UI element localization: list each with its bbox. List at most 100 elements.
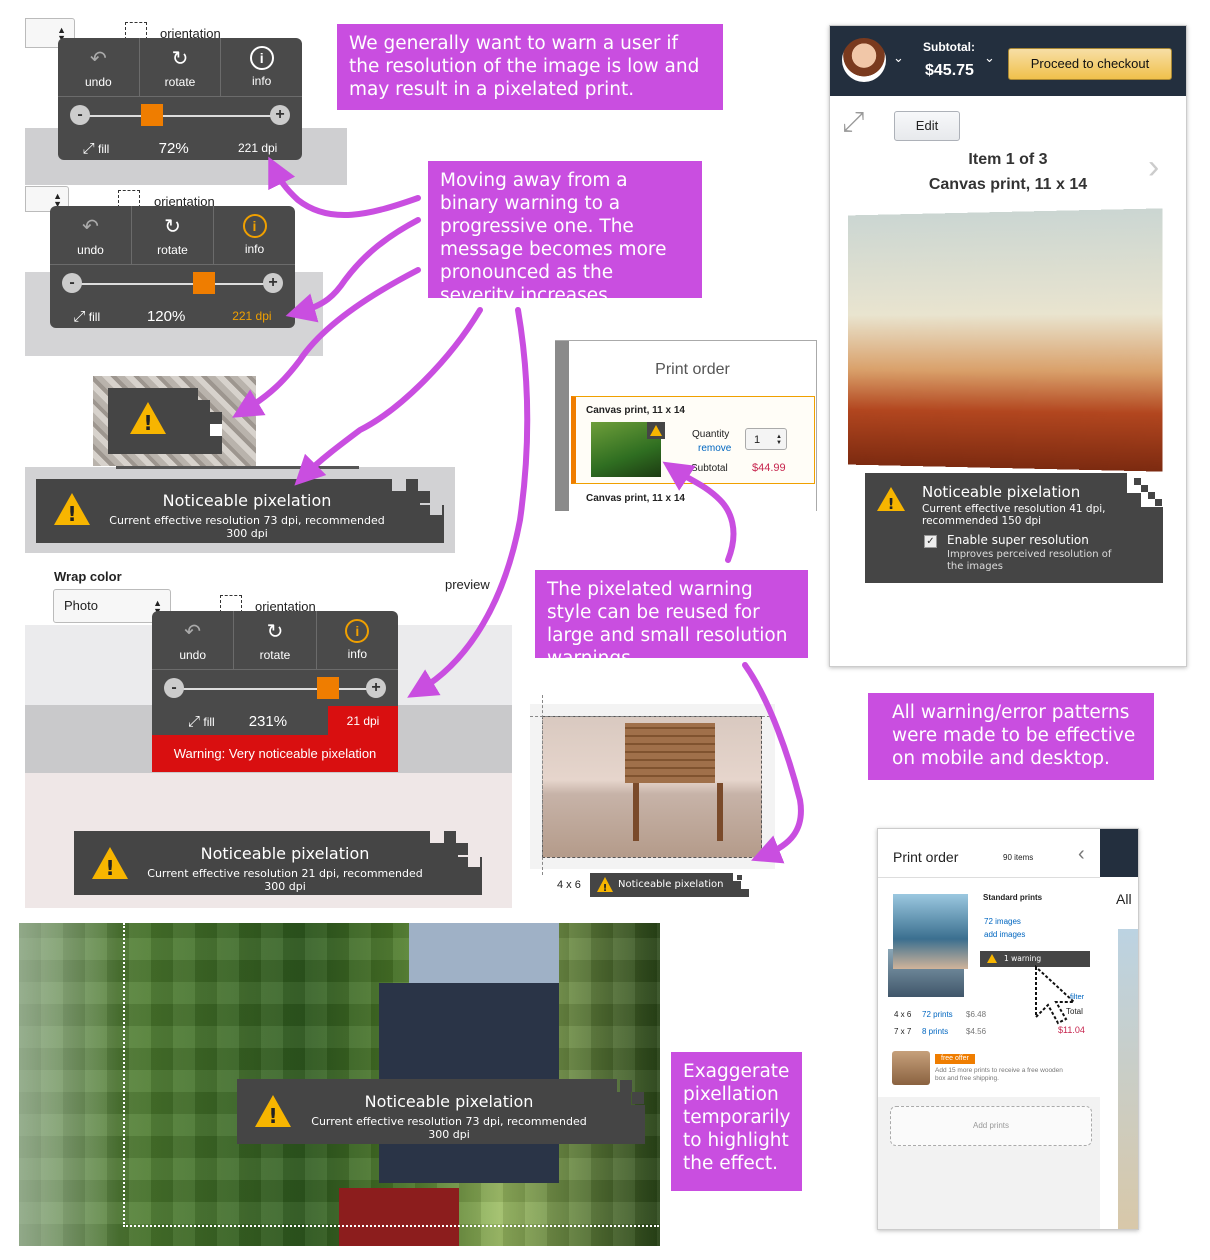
- mobile-cart-screen: ⌄ Subtotal: $45.75 ⌄ Proceed to checkout…: [829, 25, 1187, 667]
- zoom-slider-thumb[interactable]: [193, 272, 215, 294]
- fill-button[interactable]: ⤢ fill: [188, 713, 215, 730]
- annotation-note: The pixelated warning style can be reuse…: [535, 570, 808, 669]
- order-panel: Print order 90 items ‹ All Standard prin…: [877, 828, 1139, 1230]
- zoom-slider[interactable]: - +: [50, 265, 295, 301]
- pixel-step: [392, 491, 420, 543]
- section-title: Standard prints: [983, 893, 1043, 902]
- zoom-out-button[interactable]: -: [70, 105, 90, 125]
- item-name: Canvas print, 11 x 14: [928, 176, 1088, 193]
- warning-detail: Current effective resolution 21 dpi, rec…: [147, 867, 423, 893]
- lifeguard-tower-image: [625, 723, 715, 783]
- quantity-select[interactable]: 1 ▲ ▼: [745, 428, 787, 450]
- pixelation-warning-overlay: ! Noticeable pixelation Current effectiv…: [237, 1079, 617, 1144]
- annotation-note: Moving away from a binary warning to a p…: [428, 161, 702, 306]
- item-count: Item 1 of 3: [968, 151, 1048, 168]
- crop-area-outline: [542, 716, 762, 858]
- fill-button[interactable]: ⤢ fill: [73, 308, 100, 325]
- rotate-button[interactable]: ↻ rotate: [140, 38, 222, 96]
- wrap-color-value: Photo: [64, 598, 98, 613]
- info-icon: i: [242, 214, 267, 238]
- warning-title: Noticeable pixelation: [364, 1092, 534, 1111]
- row-prints[interactable]: 8 prints: [922, 1027, 948, 1036]
- super-resolution-checkbox[interactable]: ✓: [924, 535, 937, 548]
- subtotal-label: Subtotal:: [923, 40, 975, 54]
- rotate-icon: ↻: [164, 215, 181, 238]
- pixel-step: [210, 424, 222, 436]
- images-link[interactable]: 72 images: [984, 917, 1021, 926]
- undo-button[interactable]: ↶ undo: [152, 611, 235, 669]
- pixel-step: [430, 843, 458, 895]
- rotate-button[interactable]: ↻ rotate: [132, 206, 214, 264]
- zoom-in-button[interactable]: +: [366, 678, 386, 698]
- chevron-left-icon[interactable]: ‹: [1078, 843, 1085, 866]
- avatar[interactable]: [842, 38, 886, 82]
- expand-icon[interactable]: ⤢: [842, 106, 864, 139]
- dpi-value: 221 dpi: [237, 141, 278, 155]
- undo-label: undo: [77, 242, 104, 257]
- print-order-item[interactable]: Canvas print, 11 x 14 Quantity remove 1 ▲…: [571, 396, 815, 484]
- info-icon: i: [249, 46, 274, 70]
- edit-button[interactable]: Edit: [894, 111, 960, 141]
- zoom-slider[interactable]: - +: [152, 670, 398, 706]
- zoom-out-button[interactable]: -: [62, 273, 82, 293]
- svg-text:!: !: [268, 1104, 277, 1128]
- zoom-slider-thumb[interactable]: [141, 104, 163, 126]
- rotate-icon: ↻: [266, 620, 284, 643]
- quantity-label: Quantity: [692, 429, 730, 440]
- row-prints[interactable]: 72 prints: [922, 1010, 953, 1019]
- pixel-step: [1148, 492, 1155, 499]
- remove-link[interactable]: remove: [698, 443, 731, 454]
- warning-icon: !: [130, 402, 166, 435]
- undo-button[interactable]: ↶ undo: [50, 206, 132, 264]
- undo-button[interactable]: ↶ undo: [58, 38, 140, 96]
- zoom-slider[interactable]: - +: [58, 97, 302, 133]
- info-button[interactable]: i info: [317, 611, 398, 669]
- info-button[interactable]: i info: [221, 38, 302, 96]
- fill-label: fill: [88, 309, 101, 324]
- warning-title: Noticeable pixelation: [162, 491, 332, 510]
- pixel-step: [456, 843, 468, 855]
- checkout-button[interactable]: Proceed to checkout: [1008, 48, 1172, 80]
- editor3-toolbar: ↶ undo ↻ rotate i info - + ⤢ fill 231% 21 d…: [152, 611, 398, 735]
- rotate-button[interactable]: ↻ rotate: [234, 611, 317, 669]
- subtotal-label: Subtotal: [691, 463, 728, 474]
- pixel-step: [1127, 493, 1141, 583]
- row-price: $6.48: [966, 1010, 987, 1019]
- pixelation-warning-mobile: ! Noticeable pixelation Current effectiv…: [865, 473, 1127, 583]
- left-fade: [19, 923, 119, 1246]
- print-order-sidebar: [555, 341, 569, 511]
- chevron-right-icon[interactable]: ›: [1148, 148, 1159, 187]
- error-banner: Warning: Very noticeable pixelation: [152, 735, 398, 772]
- add-prints-button[interactable]: Add prints: [890, 1106, 1092, 1146]
- warning-count: 1 warning: [1004, 954, 1042, 963]
- info-button[interactable]: i info: [214, 206, 295, 264]
- pixel-step: [1134, 478, 1141, 485]
- warning-detail: Current effective resolution 73 dpi, rec…: [109, 514, 385, 540]
- info-label: info: [244, 242, 265, 256]
- pixel-step: [406, 479, 418, 491]
- fill-label: fill: [203, 714, 215, 729]
- chevron-down-icon[interactable]: ⌄: [893, 50, 904, 66]
- cursor-arrow-icon: [1035, 965, 1077, 1025]
- subtotal-value: $45.75: [925, 62, 974, 79]
- chevron-down-icon[interactable]: ⌄: [984, 50, 995, 66]
- divider-line: [116, 466, 359, 469]
- pixel-step: [631, 1105, 645, 1144]
- add-images-link[interactable]: add images: [984, 930, 1025, 939]
- dpi-value: 221 dpi: [232, 309, 272, 323]
- crop-guide-v: [542, 695, 543, 875]
- mobile-header: ⌄ Subtotal: $45.75 ⌄ Proceed to checkout: [830, 26, 1186, 96]
- rotate-label: rotate: [164, 74, 196, 89]
- size-label: 4 x 6: [557, 879, 581, 891]
- zoom-out-button[interactable]: -: [164, 678, 184, 698]
- zoom-slider-thumb[interactable]: [317, 677, 339, 699]
- zoom-in-button[interactable]: +: [270, 105, 290, 125]
- right-column-image: [1118, 929, 1138, 1229]
- svg-text:!: !: [603, 883, 608, 893]
- photo-stack-front: [893, 894, 968, 969]
- zoom-in-button[interactable]: +: [263, 273, 283, 293]
- quantity-value: 1: [754, 434, 761, 446]
- fill-button[interactable]: ⤢ fill: [83, 140, 110, 157]
- zoom-value: 231%: [248, 712, 288, 730]
- editor2-toolbar: ↶ undo ↻ rotate i info - + ⤢ fill 120% 221 …: [50, 206, 295, 328]
